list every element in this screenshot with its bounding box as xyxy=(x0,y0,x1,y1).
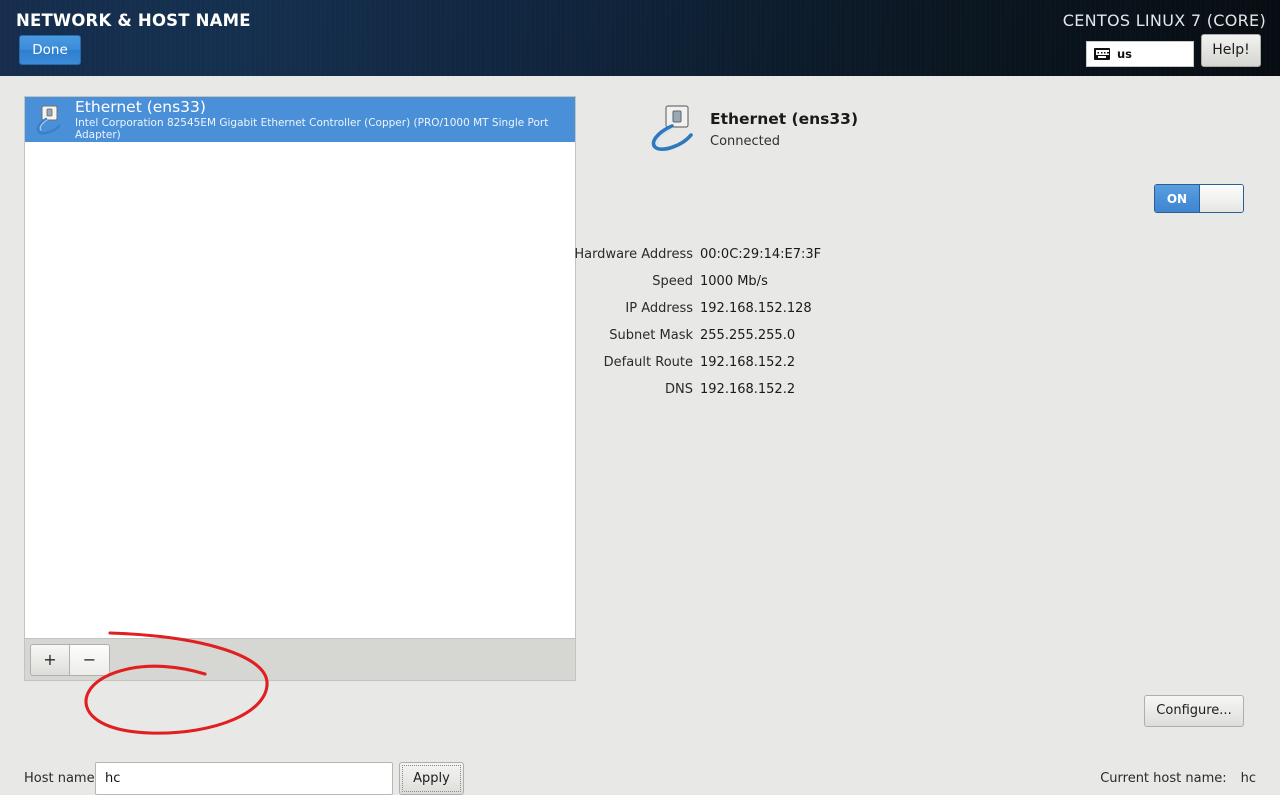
current-host-name: Current host name: hc xyxy=(1100,771,1256,786)
ethernet-icon xyxy=(34,105,66,135)
toggle-knob[interactable] xyxy=(1198,185,1243,212)
keyboard-layout-label: us xyxy=(1117,47,1133,61)
info-row: IP Address 192.168.152.128 xyxy=(560,295,980,322)
distro-title: CENTOS LINUX 7 (CORE) xyxy=(1062,11,1266,30)
current-host-name-label: Current host name: xyxy=(1100,771,1227,786)
help-button[interactable]: Help! xyxy=(1201,34,1261,67)
device-detail-header: Ethernet (ens33) Connected xyxy=(648,104,858,152)
page-title: NETWORK & HOST NAME xyxy=(16,11,251,30)
info-value: 255.255.255.0 xyxy=(700,328,796,343)
info-label: DNS xyxy=(665,382,693,397)
info-label: Default Route xyxy=(603,355,693,370)
configure-button[interactable]: Configure... xyxy=(1144,695,1244,727)
done-button[interactable]: Done xyxy=(19,35,81,65)
info-row: Subnet Mask 255.255.255.0 xyxy=(560,322,980,349)
remove-device-button[interactable]: − xyxy=(70,643,110,676)
host-name-input[interactable] xyxy=(95,762,393,795)
apply-button[interactable]: Apply xyxy=(399,762,464,795)
toggle-on-label: ON xyxy=(1155,185,1199,212)
connection-status: Connected xyxy=(710,134,781,149)
installer-header: NETWORK & HOST NAME Done CENTOS LINUX 7 … xyxy=(0,0,1280,76)
info-label: Speed xyxy=(652,274,693,289)
info-label: Hardware Address xyxy=(574,247,693,262)
info-value: 192.168.152.2 xyxy=(700,355,796,370)
info-row: Speed 1000 Mb/s xyxy=(560,268,980,295)
info-value: 1000 Mb/s xyxy=(700,274,768,289)
info-row: Hardware Address 00:0C:29:14:E7:3F xyxy=(560,241,980,268)
info-row: Default Route 192.168.152.2 xyxy=(560,349,980,376)
info-label: IP Address xyxy=(625,301,693,316)
info-value: 192.168.152.2 xyxy=(700,382,796,397)
info-value: 192.168.152.128 xyxy=(700,301,812,316)
network-device-list[interactable]: Ethernet (ens33) Intel Corporation 82545… xyxy=(24,96,576,639)
info-value: 00:0C:29:14:E7:3F xyxy=(700,247,822,262)
device-description: Intel Corporation 82545EM Gigabit Ethern… xyxy=(75,116,549,141)
info-label: Subnet Mask xyxy=(609,328,693,343)
keyboard-layout-indicator[interactable]: us xyxy=(1086,41,1194,67)
list-item[interactable]: Ethernet (ens33) Intel Corporation 82545… xyxy=(25,97,575,142)
detail-device-name: Ethernet (ens33) xyxy=(710,110,859,128)
device-info-table: Hardware Address 00:0C:29:14:E7:3F Speed… xyxy=(560,241,980,403)
device-power-toggle[interactable]: ON xyxy=(1154,184,1244,213)
main-content: Ethernet (ens33) Intel Corporation 82545… xyxy=(0,76,1280,795)
add-device-button[interactable]: + xyxy=(30,643,70,676)
host-name-label: Host name: xyxy=(24,771,99,786)
device-name: Ethernet (ens33) xyxy=(75,97,206,116)
device-list-toolbar: + − xyxy=(24,639,576,681)
keyboard-icon xyxy=(1094,48,1110,60)
ethernet-icon xyxy=(648,104,700,152)
current-host-name-value: hc xyxy=(1240,771,1256,786)
info-row: DNS 192.168.152.2 xyxy=(560,376,980,403)
